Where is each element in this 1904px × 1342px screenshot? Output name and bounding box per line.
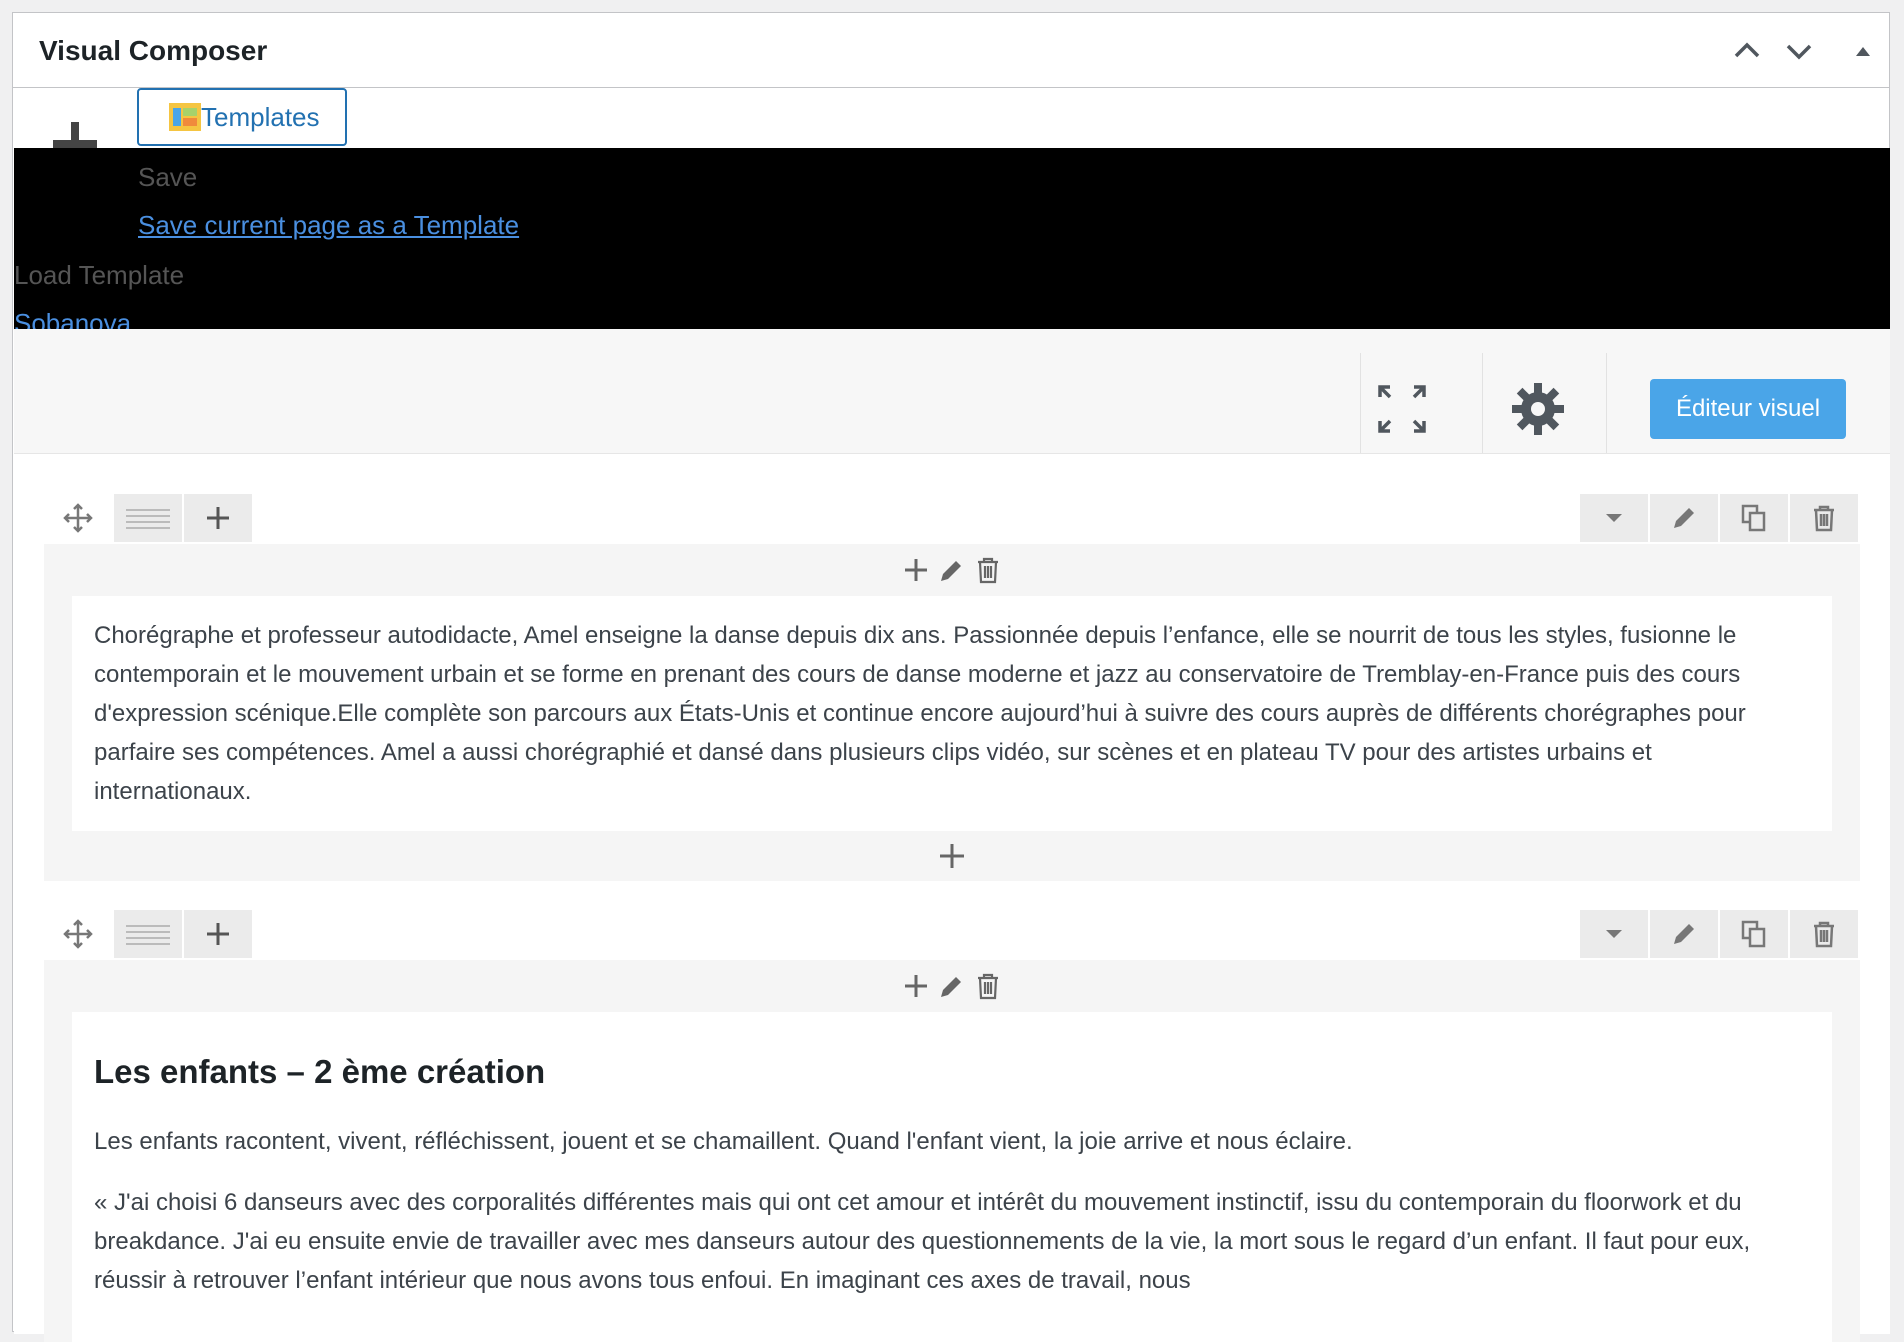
- text-block[interactable]: Chorégraphe et professeur autodidacte, A…: [72, 596, 1832, 831]
- triangle-up-icon[interactable]: [1845, 33, 1881, 69]
- templates-dropdown: Save Save current page as a Template Loa…: [14, 148, 1890, 338]
- text-paragraph: Les enfants racontent, vivent, réfléchis…: [94, 1128, 1353, 1155]
- move-row-icon[interactable]: [44, 910, 112, 958]
- panel-title: Visual Composer: [39, 35, 268, 66]
- composer-toolbar: Templates: [13, 88, 1889, 150]
- chevron-up-icon[interactable]: [1729, 33, 1765, 69]
- move-row-icon[interactable]: [44, 494, 112, 542]
- nav-separator: [1606, 353, 1607, 453]
- edit-column-icon[interactable]: [936, 969, 968, 1003]
- fullscreen-icon[interactable]: [1374, 381, 1430, 437]
- delete-column-icon[interactable]: [972, 553, 1004, 587]
- delete-column-icon[interactable]: [972, 969, 1004, 1003]
- toggle-row-icon[interactable]: [1580, 910, 1648, 958]
- visual-composer-panel: Visual Composer Templates Save Save curr…: [12, 12, 1890, 1342]
- delete-row-icon[interactable]: [1790, 494, 1858, 542]
- composer-canvas: Chorégraphe et professeur autodidacte, A…: [14, 454, 1890, 1342]
- add-element-icon[interactable]: [900, 969, 932, 1003]
- save-template-link[interactable]: Save current page as a Template: [138, 210, 519, 241]
- clone-row-icon[interactable]: [1720, 910, 1788, 958]
- edit-row-icon[interactable]: [1650, 910, 1718, 958]
- visual-editor-button[interactable]: Éditeur visuel: [1650, 379, 1846, 439]
- content-row: Chorégraphe et professeur autodidacte, A…: [44, 494, 1860, 881]
- panel-header: Visual Composer: [13, 13, 1889, 88]
- templates-icon: [169, 103, 201, 131]
- column-controls: [72, 960, 1832, 1012]
- text-paragraph: Chorégraphe et professeur autodidacte, A…: [94, 622, 1746, 805]
- templates-button[interactable]: Templates: [137, 88, 347, 146]
- gear-icon[interactable]: [1508, 379, 1568, 439]
- text-block[interactable]: Les enfants – 2 ème création Les enfants…: [72, 1012, 1832, 1342]
- row-layout-icon[interactable]: [114, 494, 182, 542]
- add-element-plus-icon[interactable]: [53, 122, 97, 150]
- add-element-icon[interactable]: [900, 553, 932, 587]
- load-template-heading: Load Template: [14, 260, 185, 290]
- row-layout-icon[interactable]: [114, 910, 182, 958]
- chevron-down-icon[interactable]: [1781, 33, 1817, 69]
- add-column-icon[interactable]: [184, 494, 252, 542]
- save-heading: Save: [138, 162, 198, 192]
- delete-row-icon[interactable]: [1790, 910, 1858, 958]
- column-controls: [72, 544, 1832, 596]
- edit-row-icon[interactable]: [1650, 494, 1718, 542]
- row-controls: [44, 494, 1860, 544]
- clone-row-icon[interactable]: [1720, 494, 1788, 542]
- add-column-icon[interactable]: [184, 910, 252, 958]
- text-paragraph: « J'ai choisi 6 danseurs avec des corpor…: [94, 1189, 1751, 1294]
- content-row: Les enfants – 2 ème création Les enfants…: [44, 910, 1860, 1342]
- row-column: Les enfants – 2 ème création Les enfants…: [44, 960, 1860, 1342]
- row-controls: [44, 910, 1860, 960]
- add-element-plus-icon[interactable]: [72, 831, 1832, 881]
- section-heading: Les enfants – 2 ème création: [94, 1053, 546, 1090]
- row-column: Chorégraphe et professeur autodidacte, A…: [44, 544, 1860, 881]
- toggle-row-icon[interactable]: [1580, 494, 1648, 542]
- templates-label: Templates: [201, 101, 320, 132]
- nav-separator: [1360, 353, 1361, 453]
- edit-column-icon[interactable]: [936, 553, 968, 587]
- editor-nav-bar: Éditeur visuel: [14, 329, 1890, 454]
- nav-separator: [1482, 353, 1483, 453]
